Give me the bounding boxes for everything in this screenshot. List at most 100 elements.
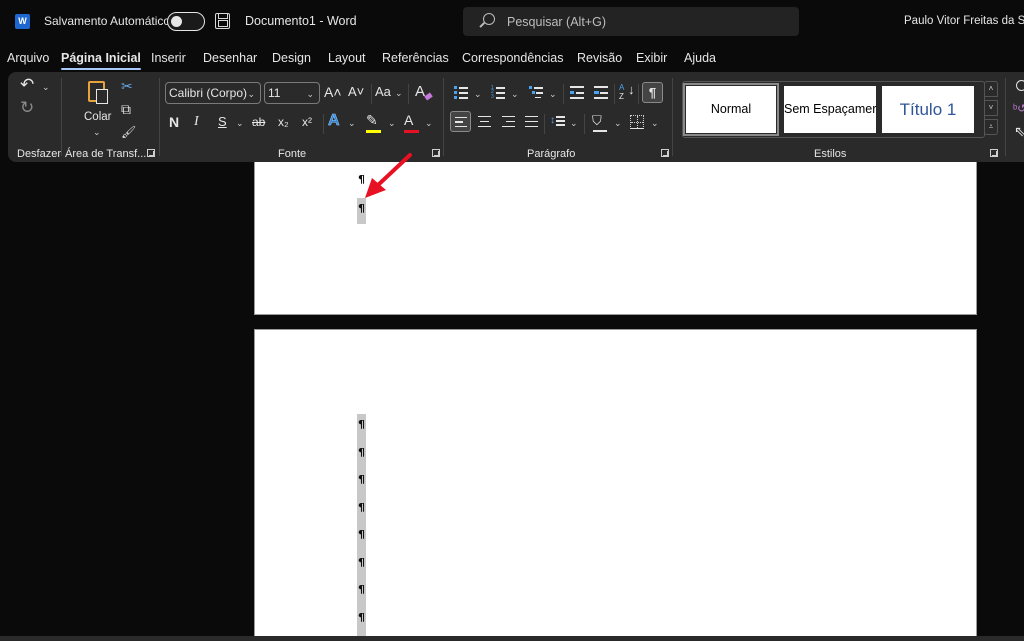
paragraph-mark: ¶ (358, 610, 365, 624)
undo-icon[interactable]: ↶ (20, 76, 34, 94)
bullets-icon[interactable] (454, 86, 468, 99)
italic-icon[interactable]: I (194, 113, 199, 131)
line-spacing-icon[interactable]: ↕ (550, 114, 566, 129)
tab-ajuda[interactable]: Ajuda (684, 51, 716, 65)
format-painter-icon[interactable]: 🖌 (121, 123, 136, 141)
tab-desenhar[interactable]: Desenhar (203, 51, 257, 65)
chevron-down-icon[interactable]: ⌄ (511, 89, 519, 99)
arrow-shaft (375, 153, 412, 188)
show-formatting-marks-button[interactable]: ¶ (642, 82, 663, 103)
shading-icon[interactable]: ⛉ (592, 112, 602, 130)
paragraph-mark: ¶ (358, 473, 365, 486)
toggle-knob (171, 15, 182, 27)
paragraph-mark: ¶ (358, 555, 365, 569)
shading-color-bar (593, 130, 607, 132)
search-input[interactable]: Pesquisar (Alt+G) (463, 7, 799, 36)
font-size-dropdown[interactable]: 11 ⌄ (264, 82, 320, 104)
font-name-dropdown[interactable]: Calibri (Corpo) ⌄ (165, 82, 261, 104)
shrink-font-icon[interactable]: A˅ (348, 83, 364, 101)
tab-pagina-inicial[interactable]: Página Inicial (61, 51, 141, 70)
font-launcher-icon[interactable] (432, 149, 440, 157)
paste-button[interactable]: Colar ⌄ (82, 78, 116, 138)
chevron-down-icon[interactable]: ⌄ (395, 88, 403, 98)
chevron-down-icon[interactable]: ⌄ (348, 118, 356, 128)
document-page-2[interactable]: ¶ ¶ ¶ ¶ ¶ ¶ ¶ ¶ (254, 329, 977, 641)
styles-scroll-up-icon[interactable]: ˄ (984, 81, 998, 97)
separator (371, 84, 372, 104)
sort-icon[interactable]: A Z ↓ (619, 83, 635, 103)
clipboard-group-label: Área de Transf... (65, 148, 147, 160)
align-center-icon[interactable] (478, 116, 491, 127)
align-right-icon[interactable] (502, 116, 515, 127)
paste-chevron-icon: ⌄ (93, 127, 101, 137)
borders-icon[interactable] (630, 115, 644, 129)
style-titulo-1[interactable]: Título 1 (882, 86, 974, 133)
tab-layout[interactable]: Layout (328, 51, 366, 65)
change-case-icon[interactable]: Aa (375, 83, 391, 101)
highlight-color-bar (366, 130, 381, 133)
style-normal[interactable]: Normal (683, 83, 779, 136)
ribbon-tabs: Arquivo Página Inicial Inserir Desenhar … (0, 44, 1024, 70)
chevron-down-icon[interactable]: ⌄ (425, 118, 433, 128)
word-logo-icon: W (15, 14, 30, 29)
multilevel-list-icon[interactable] (529, 86, 543, 99)
chevron-down-icon[interactable]: ⌄ (651, 118, 659, 128)
styles-launcher-icon[interactable] (990, 149, 998, 157)
chevron-down-icon[interactable]: ⌄ (236, 118, 244, 128)
pilcrow-icon: ¶ (648, 85, 657, 100)
chevron-down-icon[interactable]: ⌄ (570, 118, 578, 128)
status-bar (0, 636, 1024, 641)
user-name[interactable]: Paulo Vitor Freitas da Silv (904, 15, 1024, 27)
tab-revisao[interactable]: Revisão (577, 51, 622, 65)
subscript-icon[interactable]: x₂ (278, 113, 289, 131)
select-cursor-icon[interactable]: ⇖ (1014, 122, 1024, 140)
paste-label: Colar (84, 111, 112, 123)
style-sem-espacamento[interactable]: Sem Espaçamer (784, 86, 876, 133)
text-effects-icon[interactable]: A (328, 112, 340, 130)
replace-icon[interactable]: ᵇ↺ (1013, 100, 1024, 118)
superscript-icon[interactable]: x² (302, 113, 312, 131)
tab-correspondencias[interactable]: Correspondências (462, 51, 563, 65)
font-group-label: Fonte (278, 148, 307, 160)
group-separator (159, 78, 160, 156)
clipboard-page-icon (96, 89, 108, 104)
bold-icon[interactable]: N (169, 113, 179, 131)
styles-more-icon[interactable]: ⩡ (984, 119, 998, 135)
increase-indent-icon[interactable] (594, 86, 608, 99)
chevron-down-icon[interactable]: ⌄ (614, 118, 622, 128)
justify-icon[interactable] (525, 116, 538, 127)
tab-arquivo[interactable]: Arquivo (7, 51, 49, 65)
copy-icon[interactable]: ⧉ (121, 100, 131, 118)
eraser-icon (424, 92, 433, 101)
highlight-icon[interactable]: ✎ (366, 111, 378, 129)
find-icon[interactable] (1016, 80, 1024, 91)
tab-referencias[interactable]: Referências (382, 51, 449, 65)
grow-font-icon[interactable]: A˄ (324, 83, 342, 101)
styles-scroll-down-icon[interactable]: ˅ (984, 100, 998, 116)
group-separator (672, 78, 673, 156)
chevron-down-icon[interactable]: ⌄ (388, 118, 396, 128)
font-color-icon[interactable]: A (404, 111, 413, 129)
align-left-button[interactable] (450, 111, 471, 132)
search-placeholder: Pesquisar (Alt+G) (507, 15, 606, 29)
separator (544, 114, 545, 134)
clear-formatting-icon[interactable]: A (415, 83, 425, 101)
chevron-down-icon[interactable]: ⌄ (549, 89, 557, 99)
paragraph-launcher-icon[interactable] (661, 149, 669, 157)
tab-design[interactable]: Design (272, 51, 311, 65)
underline-icon[interactable]: S (218, 113, 227, 131)
numbering-icon[interactable]: 123 (491, 86, 505, 99)
save-icon[interactable] (215, 13, 230, 29)
tab-exibir[interactable]: Exibir (636, 51, 667, 65)
chevron-down-icon[interactable]: ⌄ (474, 89, 482, 99)
cut-icon[interactable]: ✂ (121, 77, 133, 95)
clipboard-launcher-icon[interactable] (147, 149, 155, 157)
redo-icon[interactable]: ↻ (20, 99, 34, 117)
autosave-toggle[interactable] (167, 12, 205, 31)
tab-inserir[interactable]: Inserir (151, 51, 186, 65)
decrease-indent-icon[interactable] (570, 86, 584, 99)
separator (323, 114, 324, 134)
chevron-down-icon: ⌄ (247, 89, 255, 99)
undo-chevron-icon[interactable]: ⌄ (42, 82, 50, 92)
strikethrough-icon[interactable]: ab (252, 113, 265, 131)
